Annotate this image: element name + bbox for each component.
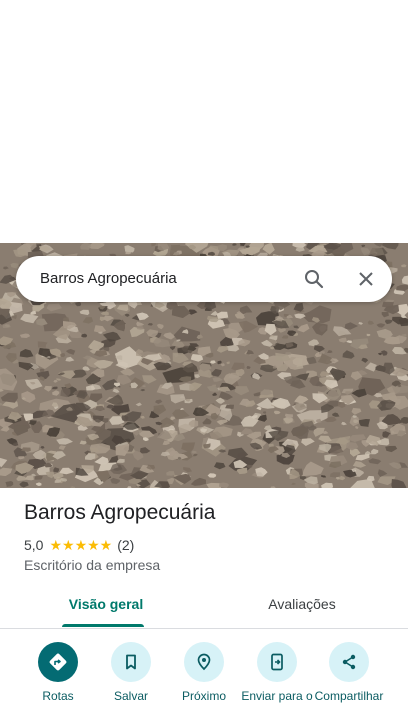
tab-bar: Visão geral Avaliações [0,588,408,629]
search-input[interactable]: Barros Agropecuária [40,270,177,287]
rating-row[interactable]: 5,0 ★★★★★ (2) [24,536,134,554]
send-to-phone-icon [257,642,297,682]
nearby-label: Próximo [181,689,226,703]
directions-icon [38,642,78,682]
nearby-icon [184,642,224,682]
directions-button[interactable]: Rotas [22,642,94,703]
send-to-phone-label: Enviar para o [241,689,313,703]
share-icon [329,642,369,682]
share-label: Compartilhar [314,689,384,703]
star-rating-icon: ★★★★★ [49,536,113,553]
tab-overview[interactable]: Visão geral [60,596,152,612]
tab-reviews[interactable]: Avaliações [252,596,352,612]
save-button[interactable]: Salvar [95,642,167,703]
close-icon[interactable] [354,267,378,291]
send-to-phone-button[interactable]: Enviar para o [241,642,313,703]
rating-value: 5,0 [24,537,44,553]
nearby-button[interactable]: Próximo [168,642,240,703]
search-icon[interactable] [302,267,326,291]
place-title: Barros Agropecuária [24,501,216,524]
share-button[interactable]: Compartilhar [313,642,385,703]
review-count: (2) [117,537,135,553]
save-label: Salvar [113,689,148,703]
tab-selected-indicator [62,624,144,627]
place-category: Escritório da empresa [24,557,161,573]
search-bar[interactable]: Barros Agropecuária [16,256,392,302]
map-blank-area [0,0,408,243]
bookmark-icon [111,642,151,682]
directions-label: Rotas [42,689,74,703]
